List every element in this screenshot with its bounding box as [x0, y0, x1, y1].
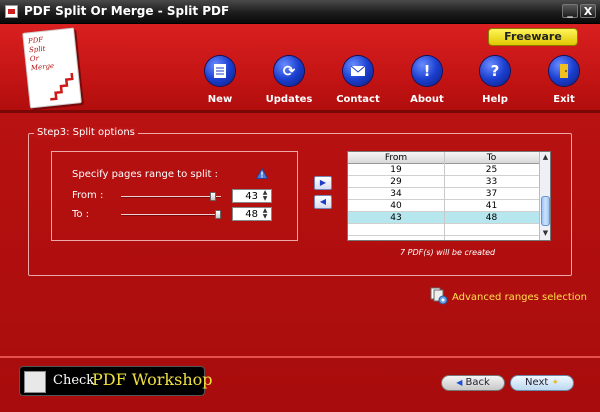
column-header-to[interactable]: To: [444, 152, 539, 164]
warning-icon: [256, 168, 268, 179]
from-label: From :: [72, 190, 104, 201]
to-label: To :: [72, 209, 90, 220]
exit-label: Exit: [553, 94, 575, 105]
back-arrow-icon: ◀: [456, 378, 463, 387]
column-header-from[interactable]: From: [348, 152, 444, 164]
document-icon: [205, 56, 235, 86]
from-slider-thumb[interactable]: [210, 192, 217, 201]
cell-from: 40: [390, 201, 402, 211]
cell-from: 19: [390, 165, 402, 175]
to-spinner[interactable]: 48 ▲ ▼: [232, 207, 272, 221]
updates-label: Updates: [265, 94, 313, 105]
workshop-label: PDF Workshop: [92, 370, 213, 389]
help-button[interactable]: ? Help: [470, 56, 520, 106]
close-button[interactable]: X: [580, 4, 596, 18]
new-label: New: [207, 94, 233, 105]
title-bar[interactable]: PDF Split Or Merge - Split PDF _ X: [0, 0, 600, 24]
app-icon: [5, 5, 18, 18]
remove-range-button[interactable]: ◀: [314, 195, 332, 209]
to-slider[interactable]: [121, 214, 221, 216]
cell-to: 41: [485, 201, 498, 211]
step-legend: Step3: Split options: [34, 127, 138, 138]
from-value: 43: [245, 191, 258, 202]
next-label: Next: [524, 377, 549, 388]
app-window: PDF Split Or Merge - Split PDF _ X PDF S…: [0, 0, 600, 412]
info-icon: !: [412, 56, 442, 86]
header-divider: [0, 110, 600, 113]
cell-to: 33: [485, 177, 498, 187]
new-button[interactable]: New: [195, 56, 245, 106]
arrow-left-icon: ◀: [319, 197, 327, 206]
question-icon: ?: [480, 56, 510, 86]
about-label: About: [410, 94, 444, 105]
ranges-gear-icon[interactable]: [430, 287, 448, 305]
cell-from: 29: [390, 177, 402, 187]
workshop-icon: [24, 371, 46, 393]
from-slider[interactable]: [121, 196, 221, 198]
check-pdf-workshop-banner[interactable]: Check PDF Workshop: [19, 366, 213, 396]
spinner-arrows-icon[interactable]: ▲ ▼: [260, 208, 270, 220]
next-button[interactable]: Next ✦: [510, 375, 574, 391]
advanced-ranges-link[interactable]: Advanced ranges selection: [452, 292, 587, 303]
scroll-up-icon[interactable]: ▲: [540, 152, 550, 163]
freeware-badge: Freeware: [488, 28, 578, 46]
from-spinner[interactable]: 43 ▲ ▼: [232, 189, 272, 203]
arrow-right-icon: ▶: [319, 178, 327, 187]
envelope-icon: [343, 56, 373, 86]
updates-button[interactable]: ⟳ Updates: [264, 56, 314, 106]
cell-to: 25: [485, 165, 498, 175]
back-label: Back: [465, 377, 490, 388]
next-arrow-icon: ✦: [551, 378, 560, 388]
scroll-thumb[interactable]: [541, 196, 550, 226]
footer-divider: [0, 356, 600, 358]
exit-button[interactable]: Exit: [539, 56, 589, 106]
contact-button[interactable]: Contact: [333, 56, 383, 106]
logo-text: PDF Split Or Merge: [27, 35, 55, 73]
refresh-icon: ⟳: [274, 56, 304, 86]
scroll-down-icon[interactable]: ▼: [540, 228, 550, 239]
minimize-button[interactable]: _: [562, 4, 578, 18]
column-divider: [444, 152, 445, 240]
cell-to: 37: [485, 189, 498, 199]
spinner-arrows-icon[interactable]: ▲ ▼: [260, 190, 270, 202]
logo-stairs-icon: [50, 72, 74, 101]
to-slider-thumb[interactable]: [215, 210, 221, 219]
app-logo: PDF Split Or Merge: [22, 27, 82, 109]
about-button[interactable]: ! About: [402, 56, 452, 106]
help-label: Help: [482, 94, 508, 105]
cell-to: 48: [485, 213, 498, 223]
pdf-count-text: 7 PDF(s) will be created: [400, 248, 496, 257]
back-button[interactable]: ◀ Back: [441, 375, 505, 391]
contact-label: Contact: [336, 94, 380, 105]
exit-door-icon: [549, 56, 579, 86]
cell-from: 43: [390, 213, 402, 223]
cell-from: 34: [390, 189, 402, 199]
range-title: Specify pages range to split :: [72, 169, 218, 180]
add-range-button[interactable]: ▶: [314, 176, 332, 190]
table-scrollbar[interactable]: ▲ ▼: [539, 152, 550, 240]
ranges-table[interactable]: From To 19 25 29 33 34 37 40 41 43 48 ▲ …: [347, 151, 551, 241]
check-label: Check: [53, 373, 95, 388]
window-title: PDF Split Or Merge - Split PDF: [24, 4, 230, 18]
to-value: 48: [245, 209, 258, 220]
